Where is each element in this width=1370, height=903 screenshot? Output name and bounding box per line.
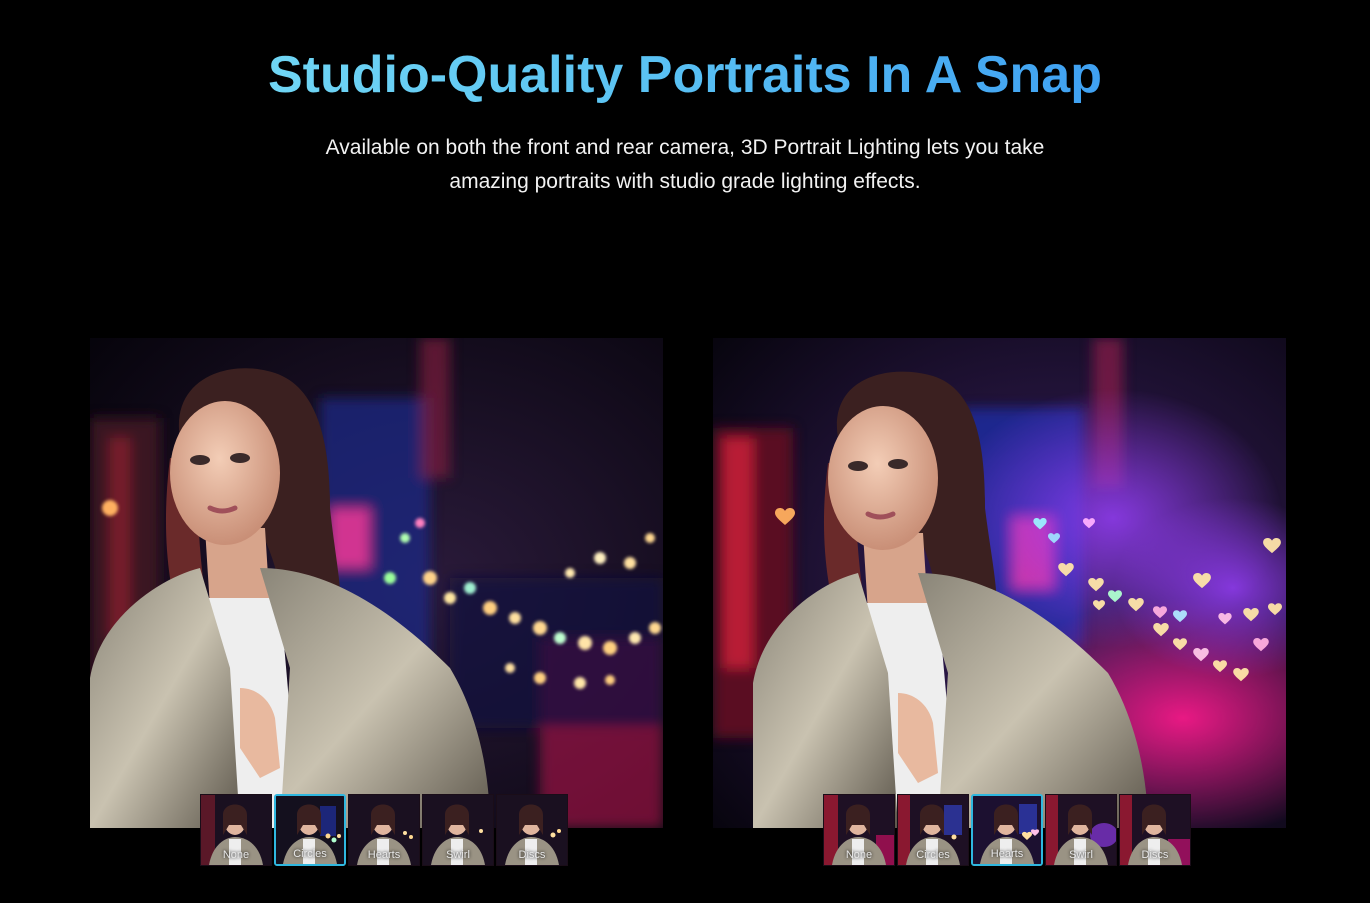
subtitle-line-2: amazing portraits with studio grade ligh… (449, 170, 921, 193)
effect-thumb-label: None (222, 849, 250, 861)
portrait-circles-image (90, 338, 663, 828)
effect-thumb-hearts[interactable]: Hearts (348, 794, 420, 866)
effect-thumb-label: Circles (916, 849, 950, 861)
effect-thumb-label: Swirl (1069, 849, 1093, 861)
portrait-hearts-image (713, 338, 1286, 828)
effect-thumb-label: Hearts (367, 849, 401, 861)
effect-thumb-label: Hearts (990, 848, 1024, 860)
effect-thumb-swirl[interactable]: Swirl (1045, 794, 1117, 866)
subtitle-line-1: Available on both the front and rear cam… (325, 136, 1045, 159)
effect-thumb-label: Discs (1141, 849, 1169, 861)
effect-selector-right: None Circles Hearts Swirl Discs (823, 794, 1191, 866)
effect-thumb-discs[interactable]: Discs (1119, 794, 1191, 866)
effect-thumb-swirl[interactable]: Swirl (422, 794, 494, 866)
effect-thumb-none[interactable]: None (823, 794, 895, 866)
portrait-photo-circles (90, 338, 663, 828)
page-subtitle: Available on both the front and rear cam… (285, 131, 1085, 199)
effect-thumb-label: Discs (518, 849, 546, 861)
effect-thumb-none[interactable]: None (200, 794, 272, 866)
effect-thumb-circles[interactable]: Circles (897, 794, 969, 866)
portrait-photo-hearts (713, 338, 1286, 828)
effect-thumb-hearts[interactable]: Hearts (971, 794, 1043, 866)
effect-thumb-circles[interactable]: Circles (274, 794, 346, 866)
effect-thumb-label: None (845, 849, 873, 861)
page-title: Studio-Quality Portraits In A Snap (0, 44, 1370, 106)
effect-thumb-discs[interactable]: Discs (496, 794, 568, 866)
effect-thumb-label: Swirl (446, 849, 470, 861)
effect-thumb-label: Circles (293, 848, 327, 860)
effect-selector-left: None Circles Hearts Swirl Discs (200, 794, 568, 866)
